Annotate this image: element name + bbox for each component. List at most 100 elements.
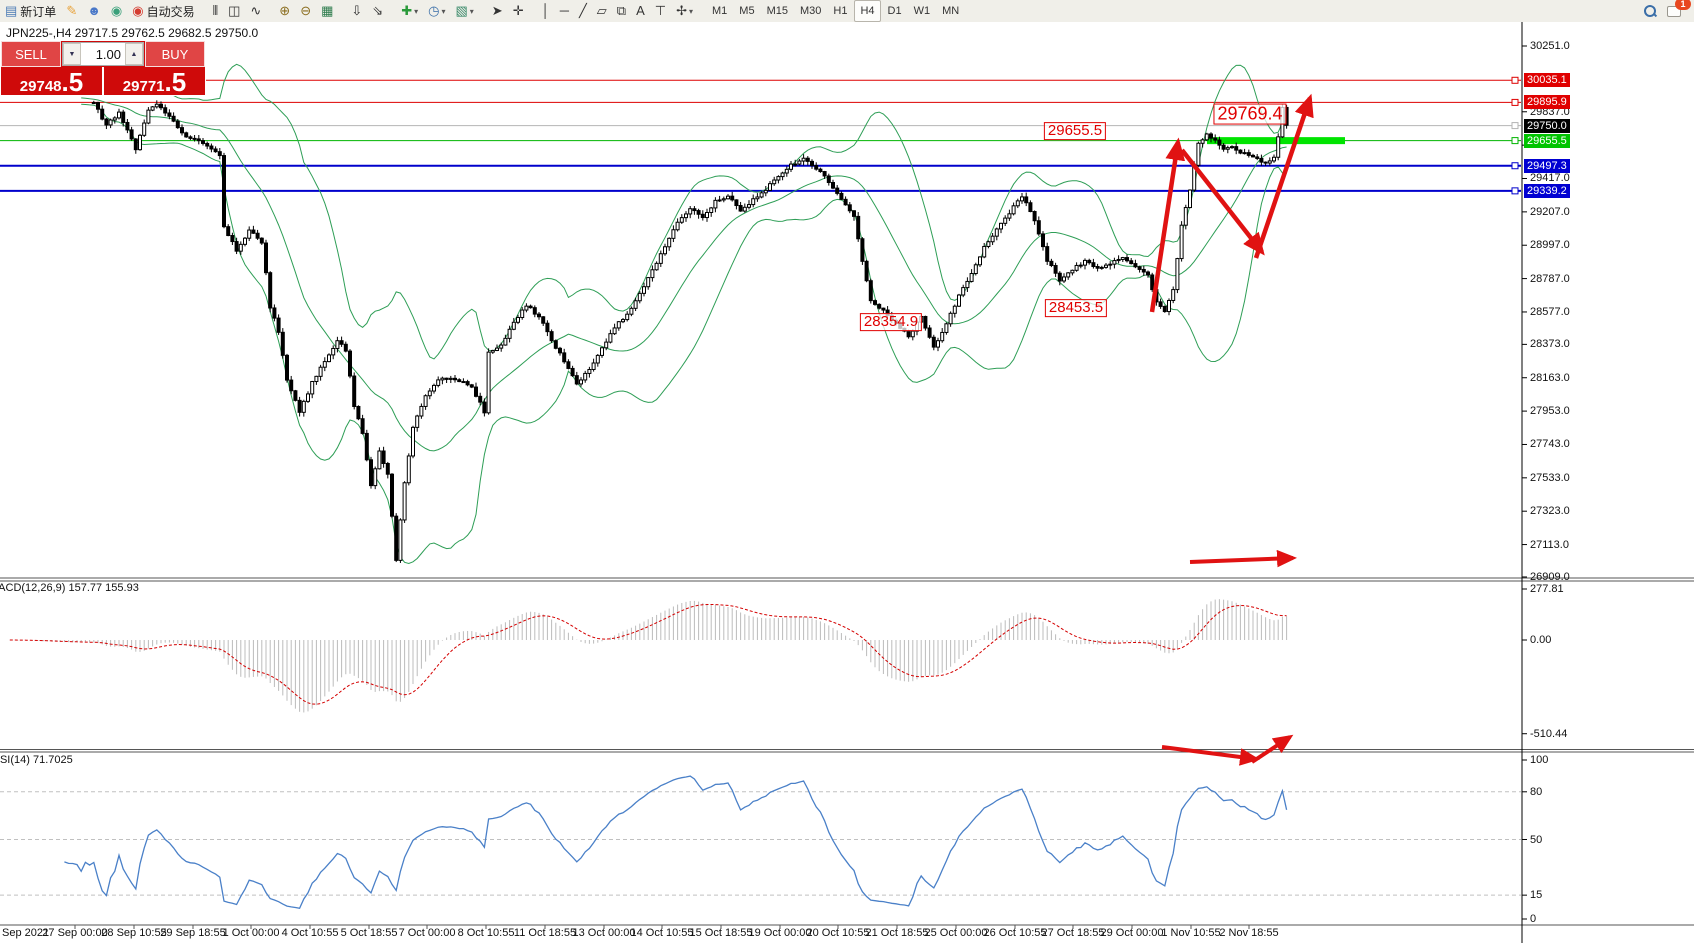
- price-chart-canvas[interactable]: [0, 22, 1694, 943]
- timeframe-m15-button[interactable]: M15: [762, 1, 793, 21]
- profile-button[interactable]: ☻: [83, 1, 105, 21]
- indicator-window-button[interactable]: ⇘: [368, 1, 387, 21]
- zoom-in-button[interactable]: ⊕: [275, 1, 294, 21]
- new-order-label: 新订单: [20, 3, 56, 20]
- candle-bear: [395, 516, 398, 560]
- pencil-button[interactable]: ✎: [62, 1, 81, 21]
- cursor-button[interactable]: ➤: [488, 1, 507, 21]
- candle-bull: [974, 265, 977, 274]
- timeframe-w1-button[interactable]: W1: [909, 1, 936, 21]
- chevron-down-icon[interactable]: ▾: [441, 7, 445, 16]
- candle-bull: [655, 263, 658, 269]
- candle-bull: [449, 378, 452, 379]
- bar-chart-button[interactable]: ⫴: [209, 1, 222, 21]
- zoom-out-button[interactable]: ⊖: [296, 1, 315, 21]
- candle-bear: [819, 169, 822, 171]
- candle-bear: [857, 216, 860, 238]
- candle-bear: [370, 460, 373, 486]
- volume-decrease-button[interactable]: ▼: [63, 43, 81, 65]
- timeframe-m1-button[interactable]: M1: [707, 1, 732, 21]
- text-button[interactable]: A: [632, 1, 649, 21]
- candle-bull: [987, 242, 990, 247]
- line-chart-button[interactable]: ∿: [246, 1, 265, 21]
- volume-increase-button[interactable]: ▲: [125, 43, 143, 65]
- candle-bear: [538, 314, 541, 317]
- period-clock-button[interactable]: ◷▾: [424, 1, 449, 21]
- timeframe-m5-button[interactable]: M5: [734, 1, 759, 21]
- auto-trading-label: 自动交易: [147, 3, 195, 20]
- candle-bear: [1134, 264, 1137, 267]
- volume-input[interactable]: 1.00: [81, 43, 125, 65]
- add-chart-button[interactable]: ✚▾: [397, 1, 422, 21]
- candle-bear: [218, 152, 221, 156]
- candle-bull: [638, 293, 641, 300]
- indicators-icon: ⇩: [351, 1, 362, 21]
- chevron-down-icon[interactable]: ▾: [414, 7, 418, 16]
- candle-bull: [416, 416, 419, 427]
- sell-price[interactable]: 29748.5: [1, 67, 102, 95]
- candle-bull: [1109, 264, 1112, 265]
- candle-bear: [260, 238, 263, 243]
- timeframe-h4-button[interactable]: H4: [854, 0, 880, 22]
- channel-button[interactable]: ▱: [593, 1, 611, 21]
- horizontal-line-button[interactable]: ─: [556, 1, 573, 21]
- candle-bull: [752, 199, 755, 205]
- candle-bear: [848, 205, 851, 211]
- indicators-button[interactable]: ⇩: [347, 1, 366, 21]
- timeframe-m30-button[interactable]: M30: [795, 1, 826, 21]
- text-label-icon: ⊤: [655, 1, 666, 21]
- buy-price[interactable]: 29771.5: [104, 67, 205, 95]
- new-order-button[interactable]: ▤新订单: [1, 1, 60, 21]
- chart-window[interactable]: JPN225-,H4 29717.5 29762.5 29682.5 29750…: [0, 22, 1694, 943]
- candle-bull: [727, 196, 730, 199]
- candle-bull: [802, 158, 805, 161]
- candle-bear: [932, 337, 935, 347]
- chevron-down-icon[interactable]: ▾: [689, 7, 693, 16]
- candle-bull: [651, 270, 654, 278]
- candle-bull: [1021, 197, 1024, 201]
- candle-bear: [164, 108, 167, 113]
- candle-bear: [134, 139, 137, 150]
- tile-windows-button[interactable]: ▦: [317, 1, 337, 21]
- candle-bear: [546, 323, 549, 331]
- candle-bull: [596, 355, 599, 363]
- zoom-in-icon: ⊕: [279, 1, 290, 21]
- candle-bull: [437, 380, 440, 386]
- candle-bull: [613, 328, 616, 334]
- candle-bear: [357, 406, 360, 418]
- text-label-button[interactable]: ⊤: [651, 1, 670, 21]
- signal-button[interactable]: ◉: [107, 1, 126, 21]
- candle-bull: [1075, 265, 1078, 270]
- template-button[interactable]: ▧▾: [451, 1, 477, 21]
- vertical-line-button[interactable]: │: [538, 1, 554, 21]
- search-button[interactable]: [1640, 1, 1661, 21]
- timeframe-mn-button[interactable]: MN: [937, 1, 964, 21]
- search-icon: [1644, 5, 1657, 18]
- candle-bear: [533, 308, 536, 314]
- candle-bull: [248, 230, 251, 238]
- candlestick-chart-button[interactable]: ◫: [224, 1, 244, 21]
- candle-bear: [550, 332, 553, 341]
- timeframe-h1-button[interactable]: H1: [828, 1, 852, 21]
- candle-bull: [1184, 208, 1187, 226]
- arrows-button[interactable]: ✢▾: [672, 1, 697, 21]
- candle-bull: [1273, 157, 1276, 161]
- candle-bull: [668, 238, 671, 246]
- candle-bull: [1012, 206, 1015, 214]
- fibonacci-button[interactable]: ⧉: [613, 1, 630, 21]
- candle-bull: [403, 483, 406, 520]
- candle-bear: [832, 183, 835, 189]
- chevron-down-icon[interactable]: ▾: [470, 7, 474, 16]
- candle-bear: [273, 308, 276, 318]
- candle-bull: [601, 348, 604, 356]
- timeframe-d1-button[interactable]: D1: [883, 1, 907, 21]
- candle-bull: [521, 310, 524, 317]
- sell-button[interactable]: SELL: [1, 41, 61, 67]
- candle-bear: [235, 242, 238, 252]
- notifications-button[interactable]: 1: [1663, 1, 1687, 21]
- auto-trading-button[interactable]: ◉自动交易: [128, 1, 198, 21]
- buy-button[interactable]: BUY: [145, 41, 205, 67]
- candle-bull: [714, 200, 717, 208]
- crosshair-button[interactable]: ✛: [509, 1, 528, 21]
- trendline-button[interactable]: ╱: [575, 1, 591, 21]
